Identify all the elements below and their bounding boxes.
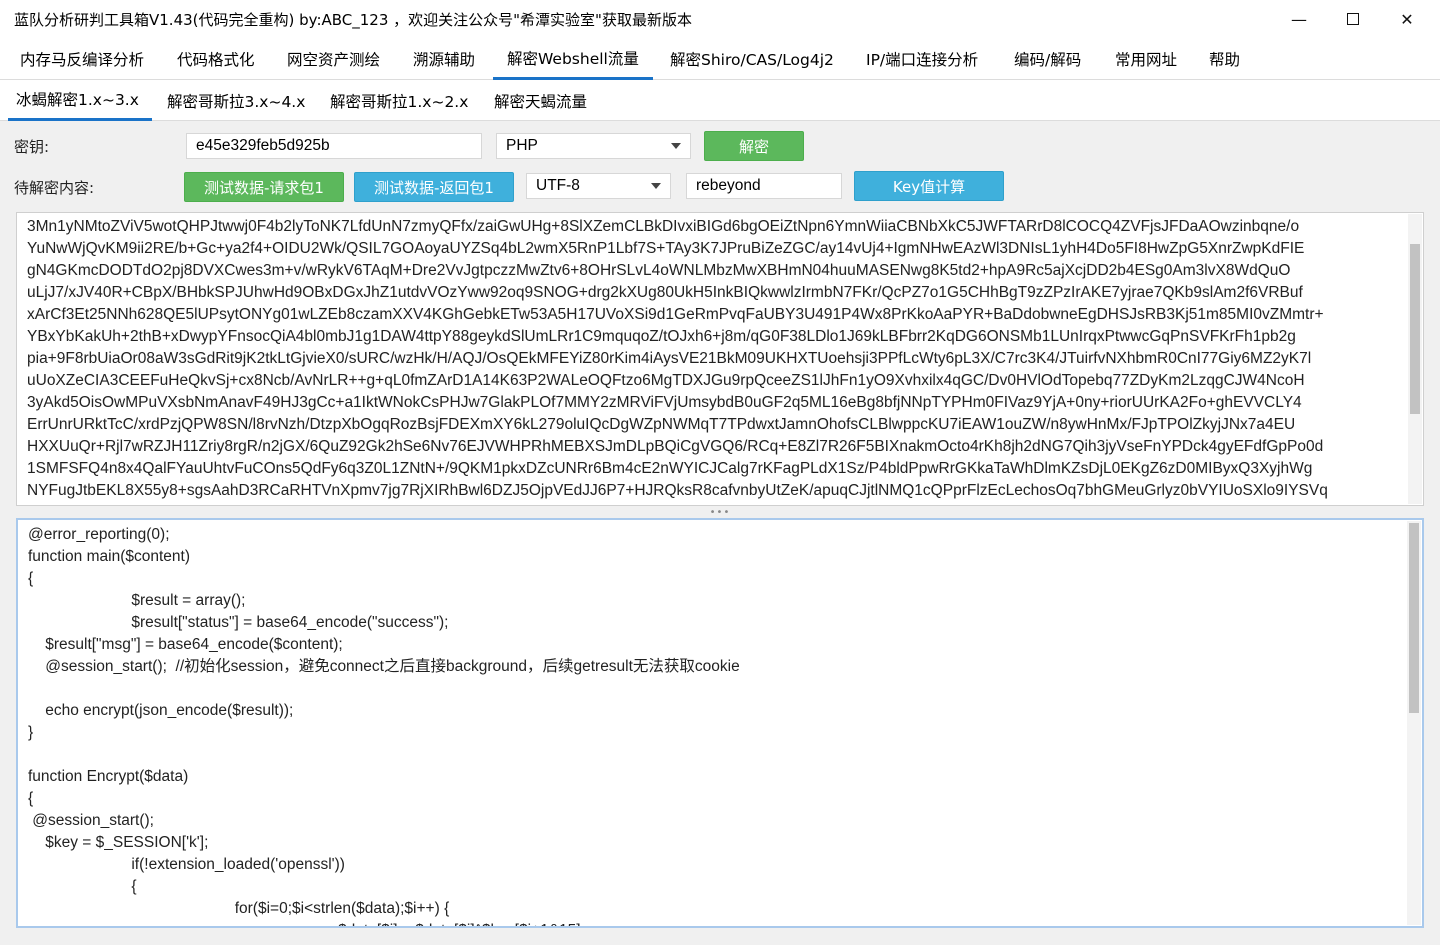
menu-tab-help[interactable]: 帮助 xyxy=(1195,38,1254,80)
output-code-line: $result["msg"] = base64_encode($content)… xyxy=(28,636,343,653)
menu-tab-trace-assist[interactable]: 溯源辅助 xyxy=(399,38,489,80)
decrypted-output-content: @error_reporting(0); function main($conte… xyxy=(28,524,1400,926)
key-input[interactable]: e45e329feb5d925b xyxy=(186,133,482,159)
input-text-line: 3Mn1yNMtoZViV5wotQHPJtwwj0F4b2lyToNK7Lfd… xyxy=(27,218,1300,235)
output-scrollbar[interactable] xyxy=(1407,521,1421,925)
chevron-down-icon xyxy=(671,143,681,149)
sub-tab-bar: 冰蝎解密1.x~3.x 解密哥斯拉3.x~4.x 解密哥斯拉1.x~2.x 解密… xyxy=(0,80,1440,121)
close-icon: ✕ xyxy=(1400,9,1414,29)
output-code-line: echo encrypt(json_encode($result)); xyxy=(28,702,294,719)
encoding-select-value: UTF-8 xyxy=(536,177,580,194)
encoding-select[interactable]: UTF-8 xyxy=(526,173,671,199)
decrypt-button[interactable]: 解密 xyxy=(704,131,804,161)
decrypted-output-textarea[interactable]: @error_reporting(0); function main($conte… xyxy=(16,518,1424,928)
menu-tab-encode-decode[interactable]: 编码/解码 xyxy=(1000,38,1095,80)
output-code-line xyxy=(28,744,1400,766)
window-title: 蓝队分析研判工具箱V1.43(代码完全重构) by:ABC_123 ，欢迎关注公… xyxy=(14,10,692,29)
input-text-line: pia+9F8rbUiaOr08aW3sGdRit9jK2tkLtGjvieX0… xyxy=(27,350,1312,367)
close-button[interactable]: ✕ xyxy=(1384,0,1430,38)
output-code-line: $result = array(); xyxy=(28,592,246,609)
input-text-line: 3yAkd5OisOwMPuVXsbNmAnavF49HJ3gCc+a1IktW… xyxy=(27,394,1302,411)
input-text-line: uLjJ7/xJV40R+CBpX/BHbkSPJUhwHd9OBxDGxJhZ… xyxy=(27,284,1303,301)
output-code-line: $result["status"] = base64_encode("succe… xyxy=(28,614,449,631)
chevron-down-icon xyxy=(651,183,661,189)
key-seed-input[interactable]: rebeyond xyxy=(686,173,842,199)
input-scrollbar-thumb[interactable] xyxy=(1410,244,1420,414)
input-text-line: HXXUuQr+Rjl7wRZJH11Zriy8rgR/n2jGX/6QuZ92… xyxy=(27,438,1324,455)
key-input-value: e45e329feb5d925b xyxy=(196,137,330,154)
input-text-line: 1SMFSFQ4n8x4QalFYauUhtvFuCOns5QdFy6q3Z0L… xyxy=(27,460,1313,477)
pane-splitter[interactable]: ••• xyxy=(16,506,1424,518)
test-response-button[interactable]: 测试数据-返回包1 xyxy=(354,172,514,202)
minimize-button[interactable]: — xyxy=(1276,0,1322,38)
output-code-line xyxy=(28,678,1400,700)
output-code-line: function Encrypt($data) xyxy=(28,768,189,785)
title-bar: 蓝队分析研判工具箱V1.43(代码完全重构) by:ABC_123 ，欢迎关注公… xyxy=(0,0,1440,38)
tab-godzilla-1-2[interactable]: 解密哥斯拉1.x~2.x xyxy=(322,80,476,121)
input-text-line: uUoXZeCIA3CEEFuHeQkvSj+cx8Ncb/AvNrLR++g+… xyxy=(27,372,1305,389)
output-code-line: { xyxy=(28,570,34,587)
tab-behinder-decrypt[interactable]: 冰蝎解密1.x~3.x xyxy=(8,80,152,121)
tab-godzilla-3-4[interactable]: 解密哥斯拉3.x~4.x xyxy=(159,80,313,121)
output-code-line: } xyxy=(28,724,34,741)
main-menu-bar: 内存马反编译分析 代码格式化 网空资产测绘 溯源辅助 解密Webshell流量 … xyxy=(0,38,1440,80)
menu-tab-shiro-cas-log4j2[interactable]: 解密Shiro/CAS/Log4j2 xyxy=(656,38,848,80)
language-select[interactable]: PHP xyxy=(496,133,691,159)
splitter-grip-icon: ••• xyxy=(709,506,731,518)
input-text-line: ErrUnrURktTcC/xrdPzjQPW8SN/l8rvNzh/DtzpX… xyxy=(27,416,1296,433)
menu-tab-asset-mapping[interactable]: 网空资产测绘 xyxy=(273,38,394,80)
output-code-line: for($i=0;$i<strlen($data);$i++) { xyxy=(28,900,450,917)
output-code-line: $data[$i] = $data[$i]^$key[$i+1&15]; xyxy=(28,920,1400,926)
maximize-icon xyxy=(1347,13,1359,25)
output-code-line: if(!extension_loaded('openssl')) xyxy=(28,856,345,873)
output-code-line: { xyxy=(28,878,137,895)
input-text-line: gN4GKmcDODTdO2pj8DVXCwes3m+v/wRykV6TAqM+… xyxy=(27,262,1291,279)
language-select-value: PHP xyxy=(506,137,538,154)
content-label: 待解密内容: xyxy=(14,179,95,197)
input-text-line: NYFugJtbEKL8X55y8+sgsAahD3RCaRHTVnXpmv7j… xyxy=(27,482,1328,499)
output-code-line: $key = $_SESSION['k']; xyxy=(28,834,209,851)
key-label: 密钥: xyxy=(14,138,50,156)
input-text-line: YuNwWjQvKM9ii2RE/b+Gc+ya2f4+OIDU2Wk/QSIL… xyxy=(27,240,1305,257)
maximize-button[interactable] xyxy=(1330,0,1376,38)
output-code-line: @session_start(); //初始化session，避免connect… xyxy=(28,658,740,675)
menu-tab-ip-port-analysis[interactable]: IP/端口连接分析 xyxy=(852,38,992,80)
tab-tianxie-traffic[interactable]: 解密天蝎流量 xyxy=(486,80,595,121)
encrypted-input-content: 3Mn1yNMtoZViV5wotQHPJtwwj0F4b2lyToNK7Lfd… xyxy=(27,216,1401,502)
output-code-line: @session_start(); xyxy=(28,812,154,829)
menu-tab-webshell-decrypt[interactable]: 解密Webshell流量 xyxy=(493,38,653,80)
input-text-line: YBxYbKakUh+2thB+xDwypYFnsocQiA4bl0mbJ1g1… xyxy=(27,328,1296,345)
minimize-icon: — xyxy=(1291,9,1307,29)
input-scrollbar[interactable] xyxy=(1408,214,1422,504)
output-scrollbar-thumb[interactable] xyxy=(1409,523,1419,713)
key-seed-value: rebeyond xyxy=(696,177,761,194)
menu-tab-code-format[interactable]: 代码格式化 xyxy=(163,38,269,80)
input-text-line: xArCf3Et25NNh628QE5lUPsytONYg01wLZEb8cza… xyxy=(27,306,1324,323)
output-code-line: @error_reporting(0); xyxy=(28,526,170,543)
output-code-line: function main($content) xyxy=(28,548,190,565)
encrypted-input-textarea[interactable]: 3Mn1yNMtoZViV5wotQHPJtwwj0F4b2lyToNK7Lfd… xyxy=(16,212,1424,506)
menu-tab-memshell-decompile[interactable]: 内存马反编译分析 xyxy=(6,38,158,80)
key-calc-button[interactable]: Key值计算 xyxy=(854,171,1004,201)
test-request-button[interactable]: 测试数据-请求包1 xyxy=(184,172,344,202)
menu-tab-common-urls[interactable]: 常用网址 xyxy=(1101,38,1191,80)
output-code-line: { xyxy=(28,790,34,807)
